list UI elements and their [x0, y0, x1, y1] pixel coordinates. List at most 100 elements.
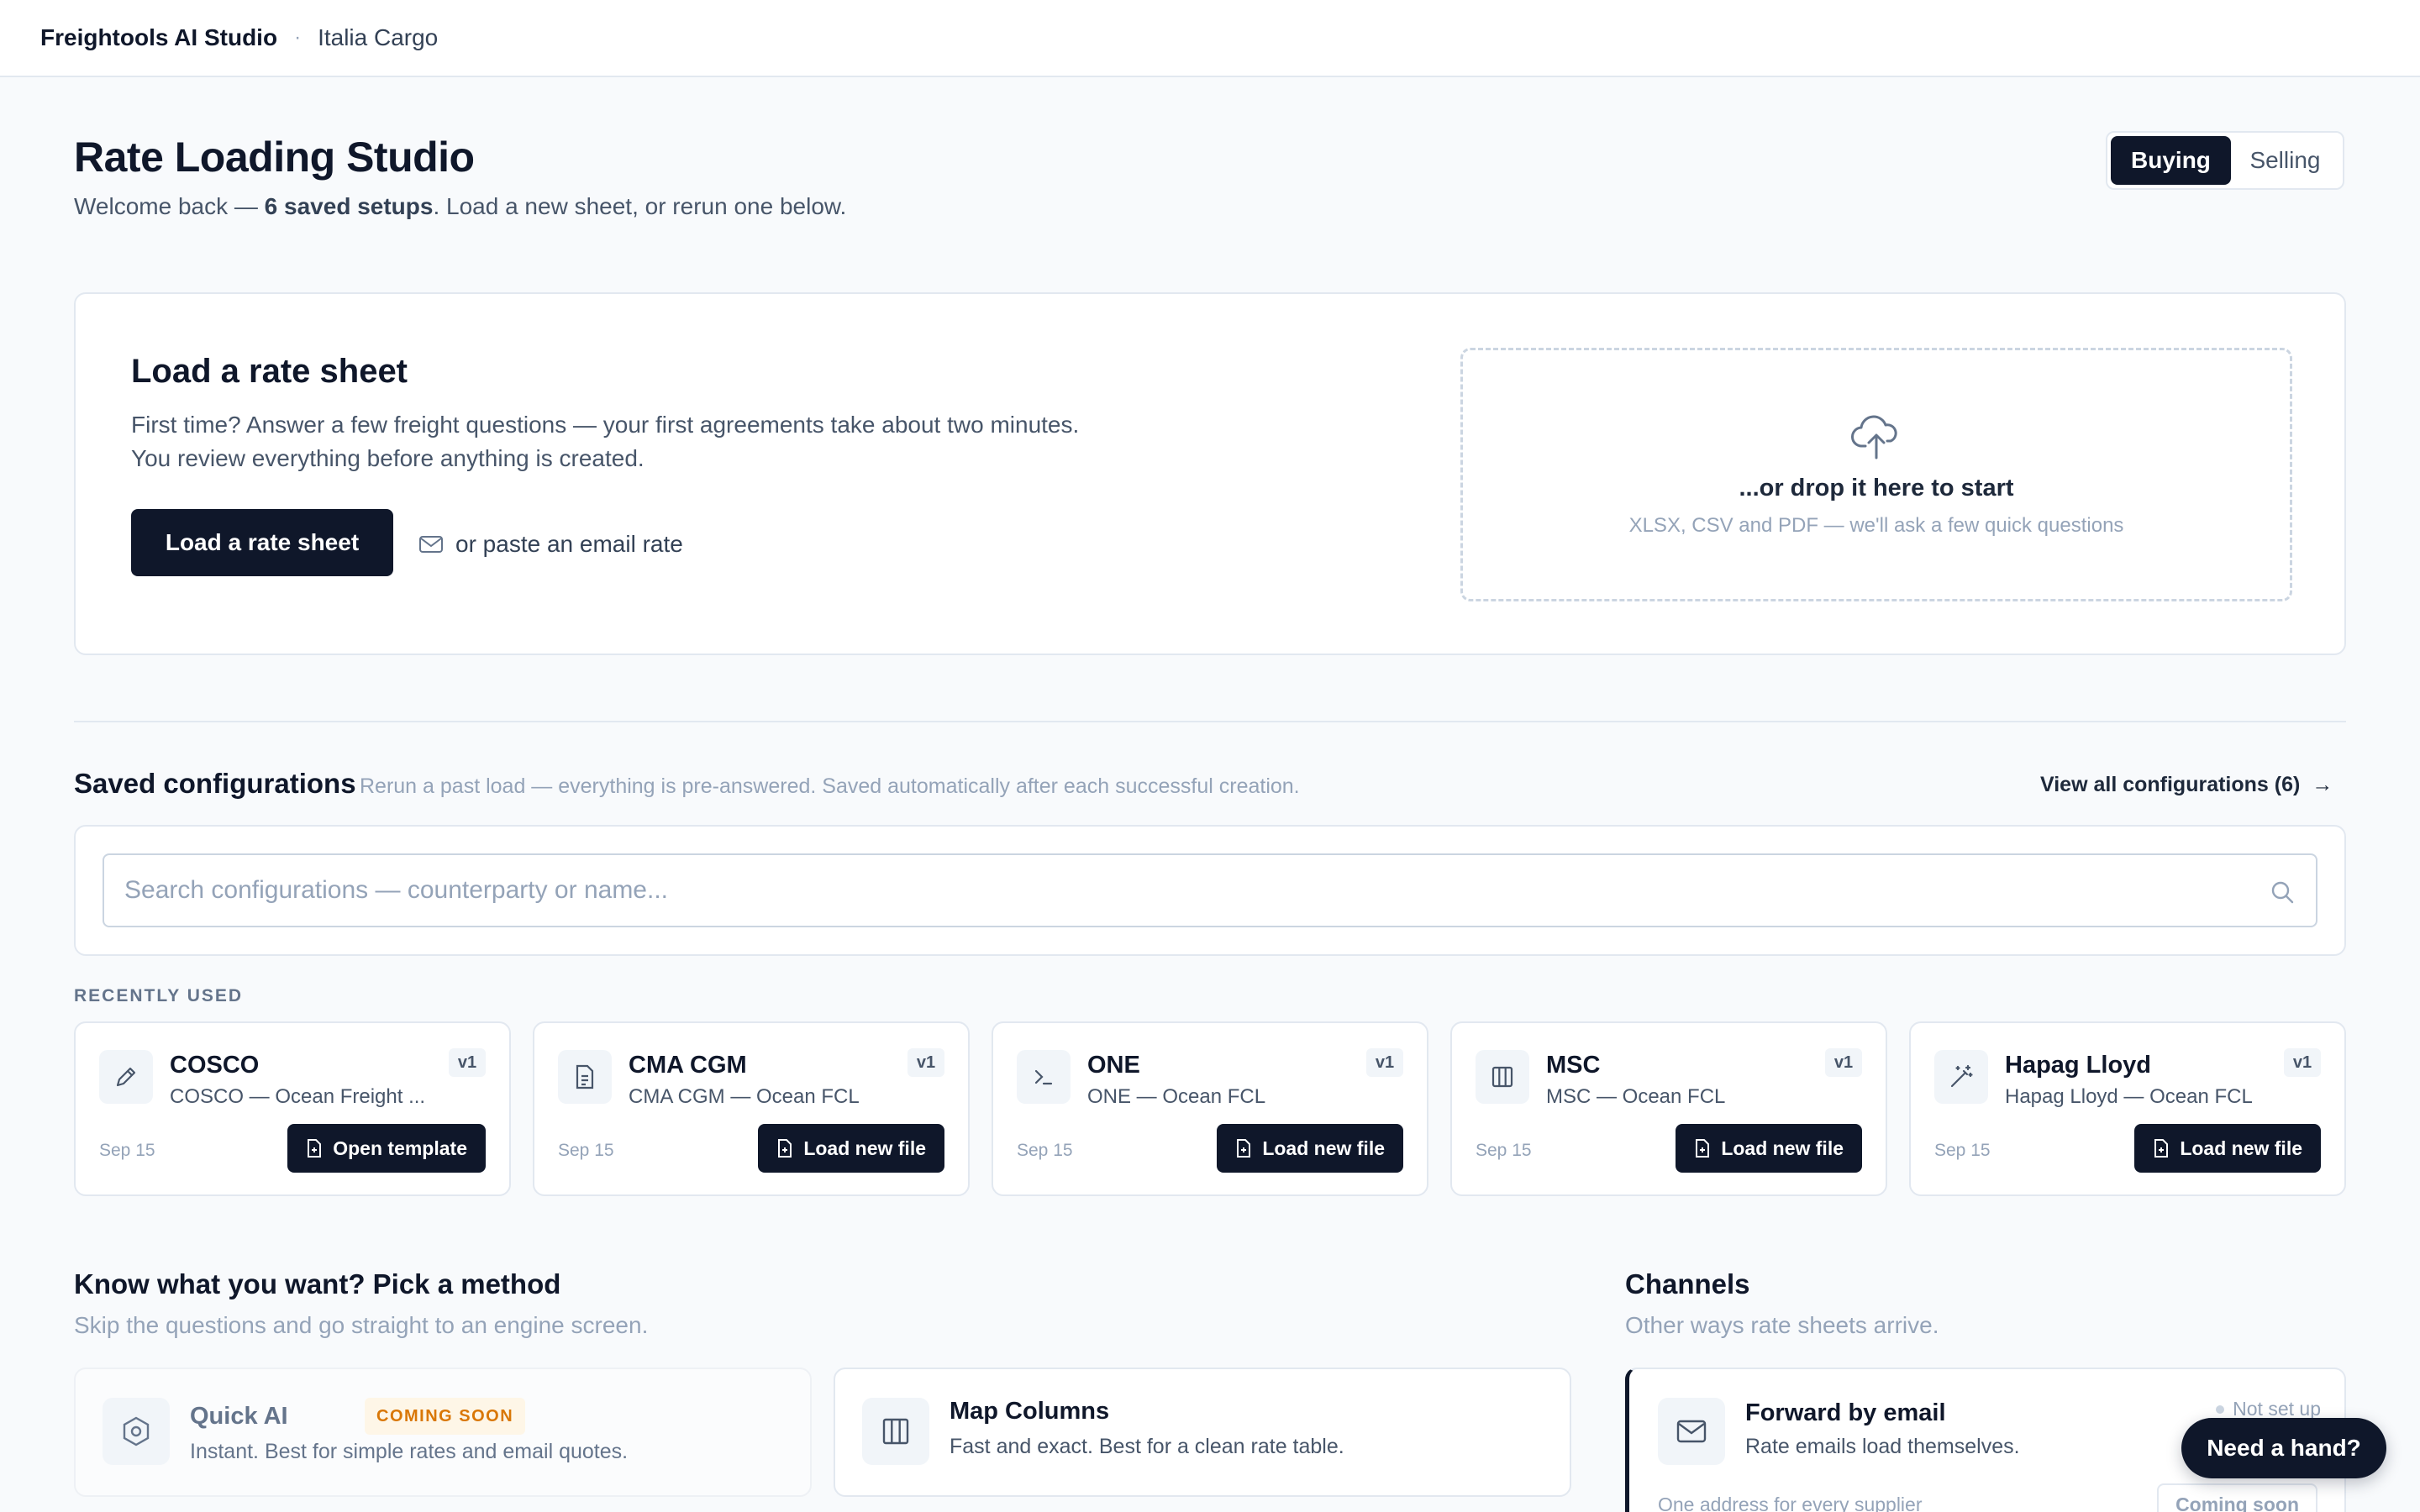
open-template-label: Open template	[333, 1137, 467, 1159]
saved-count: 6 saved setups	[264, 193, 434, 219]
channel-description: Rate emails load themselves.	[1745, 1435, 2020, 1458]
config-name: Hapag Lloyd	[2005, 1052, 2152, 1079]
config-name: MSC	[1546, 1052, 1601, 1079]
config-description: CMA CGM — Ocean FCL	[629, 1085, 860, 1108]
view-all-label: View all configurations (6)	[2040, 773, 2301, 796]
method-name: Quick AI	[190, 1403, 288, 1430]
file-icon	[308, 1139, 322, 1158]
file-icon	[1696, 1139, 1710, 1158]
search-icon[interactable]	[2269, 879, 2296, 906]
saved-configurations-title: Saved configurations	[74, 768, 356, 799]
channels-subtitle: Other ways rate sheets arrive.	[1625, 1312, 1939, 1338]
config-card-cma-cgm[interactable]: CMA CGM CMA CGM — Ocean FCL v1 Sep 15 Lo…	[533, 1021, 970, 1196]
version-badge: v1	[2284, 1048, 2321, 1077]
search-configurations-input[interactable]	[103, 853, 2317, 927]
methods-title: Know what you want? Pick a method	[74, 1268, 561, 1299]
open-template-button[interactable]: Open template	[287, 1124, 486, 1173]
welcome-text: Welcome back — 6 saved setups. Load a ne…	[74, 193, 846, 220]
version-badge: v1	[1825, 1048, 1862, 1077]
brand-name[interactable]: Freightools AI Studio	[40, 24, 277, 51]
saved-configurations-subtitle: Rerun a past load — everything is pre-an…	[360, 774, 1300, 798]
load-new-file-label: Load new file	[2180, 1137, 2302, 1159]
version-badge: v1	[908, 1048, 944, 1077]
config-date: Sep 15	[558, 1141, 614, 1160]
config-card-hapag-lloyd[interactable]: Hapag Lloyd Hapag Lloyd — Ocean FCL v1 S…	[1909, 1021, 2346, 1196]
channel-status-label: Not set up	[2233, 1398, 2321, 1420]
config-description: MSC — Ocean FCL	[1546, 1085, 1726, 1108]
config-description: ONE — Ocean FCL	[1087, 1085, 1266, 1108]
buying-toggle[interactable]: Buying	[2111, 136, 2231, 185]
method-quick-ai: Quick AI COMING SOON Instant. Best for s…	[74, 1368, 812, 1497]
file-icon	[778, 1139, 792, 1158]
load-rate-sheet-card: Load a rate sheet First time? Answer a f…	[74, 292, 2346, 655]
view-all-configurations-link[interactable]: View all configurations (6) →	[2040, 773, 2333, 797]
mail-icon	[419, 536, 443, 553]
coming-soon-button: Coming soon	[2157, 1483, 2317, 1512]
paste-email-rate-label: or paste an email rate	[455, 531, 683, 557]
config-date: Sep 15	[1934, 1141, 1991, 1160]
config-date: Sep 15	[1017, 1141, 1073, 1160]
load-new-file-button[interactable]: Load new file	[2134, 1124, 2321, 1173]
config-card-cosco[interactable]: COSCO COSCO — Ocean Freight ... v1 Sep 1…	[74, 1021, 511, 1196]
config-description: Hapag Lloyd — Ocean FCL	[2005, 1085, 2253, 1108]
selling-toggle[interactable]: Selling	[2231, 136, 2339, 185]
load-new-file-label: Load new file	[1262, 1137, 1385, 1159]
coming-soon-badge: COMING SOON	[365, 1398, 526, 1435]
search-card	[74, 825, 2346, 956]
methods-subtitle: Skip the questions and go straight to an…	[74, 1312, 649, 1338]
section-divider	[74, 721, 2346, 722]
method-description: Fast and exact. Best for a clean rate ta…	[950, 1435, 1344, 1458]
version-badge: v1	[449, 1048, 486, 1077]
config-date: Sep 15	[99, 1141, 155, 1160]
channel-status: Not set up	[2216, 1398, 2321, 1420]
file-dropzone[interactable]: ...or drop it here to start XLSX, CSV an…	[1460, 348, 2292, 601]
channel-hint: One address for every supplier	[1658, 1494, 1923, 1512]
channels-title: Channels	[1625, 1268, 1750, 1299]
load-rate-sheet-button[interactable]: Load a rate sheet	[131, 509, 393, 576]
recently-used-label: RECENTLY USED	[74, 986, 244, 1005]
paste-email-rate-link[interactable]: or paste an email rate	[418, 531, 683, 558]
file-icon	[1237, 1139, 1251, 1158]
hexagon-icon	[103, 1398, 170, 1465]
dropzone-title: ...or drop it here to start	[1739, 474, 2014, 501]
pencil-icon	[99, 1050, 153, 1104]
load-new-file-label: Load new file	[1721, 1137, 1844, 1159]
method-map-columns[interactable]: Map Columns Fast and exact. Best for a c…	[834, 1368, 1571, 1497]
top-bar: Freightools AI Studio · Italia Cargo	[0, 0, 2420, 77]
load-new-file-label: Load new file	[803, 1137, 926, 1159]
method-description: Instant. Best for simple rates and email…	[190, 1440, 629, 1463]
load-new-file-button[interactable]: Load new file	[1217, 1124, 1403, 1173]
columns-icon	[1476, 1050, 1529, 1104]
welcome-suffix: . Load a new sheet, or rerun one below.	[433, 193, 847, 219]
load-new-file-button[interactable]: Load new file	[1676, 1124, 1862, 1173]
file-icon	[2154, 1139, 2169, 1158]
brand-separator: ·	[294, 26, 302, 49]
load-card-description: First time? Answer a few freight questio…	[131, 412, 1080, 471]
arrow-right-icon: →	[2312, 773, 2333, 796]
config-card-msc[interactable]: MSC MSC — Ocean FCL v1 Sep 15 Load new f…	[1450, 1021, 1887, 1196]
help-button[interactable]: Need a hand?	[2181, 1418, 2386, 1478]
config-date: Sep 15	[1476, 1141, 1532, 1160]
load-card-title: Load a rate sheet	[131, 353, 408, 390]
config-card-one[interactable]: ONE ONE — Ocean FCL v1 Sep 15 Load new f…	[992, 1021, 1428, 1196]
cloud-upload-icon	[1851, 415, 1897, 459]
terminal-icon	[1017, 1050, 1071, 1104]
magic-wand-icon	[1934, 1050, 1988, 1104]
config-name: ONE	[1087, 1052, 1140, 1079]
document-icon	[558, 1050, 612, 1104]
config-name: CMA CGM	[629, 1052, 747, 1079]
channel-name: Forward by email	[1745, 1399, 1946, 1426]
config-description: COSCO — Ocean Freight ...	[170, 1085, 426, 1108]
status-dot	[2216, 1404, 2225, 1414]
organization-name[interactable]: Italia Cargo	[318, 24, 438, 51]
load-new-file-button[interactable]: Load new file	[758, 1124, 944, 1173]
mail-icon	[1658, 1398, 1725, 1465]
mode-toggle: Buying Selling	[2106, 131, 2344, 190]
columns-icon	[862, 1398, 929, 1465]
config-name: COSCO	[170, 1052, 260, 1079]
version-badge: v1	[1366, 1048, 1403, 1077]
page-title: Rate Loading Studio	[74, 134, 475, 181]
method-name: Map Columns	[950, 1398, 1110, 1425]
welcome-prefix: Welcome back —	[74, 193, 265, 219]
dropzone-formats: XLSX, CSV and PDF — we'll ask a few quic…	[1628, 513, 2124, 537]
